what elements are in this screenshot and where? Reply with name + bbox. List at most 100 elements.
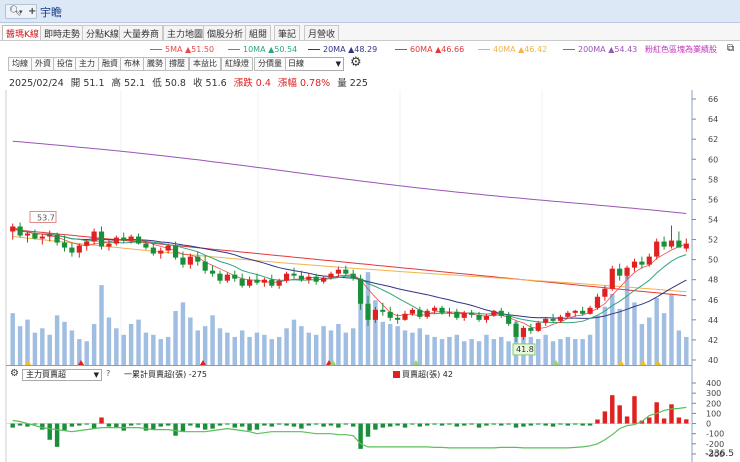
netbuy-bar [291,423,297,427]
tab-2[interactable]: 分點K線 [82,25,123,40]
volume-bar [62,321,67,365]
volume-bar [573,339,578,365]
candle-body [461,312,467,318]
netbuy-bar [684,419,689,424]
candle-body [476,314,482,320]
netbuy-bar [151,423,156,430]
ma-legend-item: 60MA ▲46.66 [395,45,464,54]
volume-bar [639,323,645,365]
tab-5[interactable]: 個股分析 [203,25,248,40]
tab-8[interactable]: 月營收 [304,25,340,40]
volume-bar [484,334,489,365]
netbuy-bar [476,423,482,428]
volume-bar [276,336,282,365]
candle-body [350,273,356,279]
candle-body [469,312,475,315]
netbuy-bar [10,423,15,428]
candle-body [631,261,638,268]
candle-body [565,312,571,317]
netbuy-bar [484,423,489,426]
netbuy-bar [247,423,252,431]
volume-bar [587,334,593,365]
candle-body [91,231,97,242]
tab-7[interactable]: 筆記 [274,25,301,40]
candle-body [617,268,623,276]
cumulative-line [12,406,687,449]
volume-bar [284,328,289,365]
netbuy-bar [432,423,437,425]
tab-6[interactable]: 組閱 [245,25,272,40]
volume-bar [232,336,237,365]
volume-bar [306,332,312,365]
candle-body [587,307,593,314]
gear-icon[interactable]: ⚙ [10,368,19,379]
y-tick-label: 46 [708,296,718,305]
candle-body [358,278,364,304]
volume-bar [350,328,356,365]
search-widget[interactable]: 🔍︎ ▾ + [5,4,37,19]
netbuy-bar [610,395,615,424]
candle-body [32,233,38,239]
tab-0[interactable]: 醬瑪K線 [2,25,43,40]
indicator-value: 主力買賣超 [26,370,66,379]
y-tick-label: 54 [708,215,718,224]
price-chart[interactable]: 40 42 44 46 48 50 52 54 56 58 60 62 64 66 53.7 41.8 [0,60,740,366]
volume-bar [536,339,541,365]
volume-bar [299,326,304,365]
netbuy-bar [195,423,200,428]
volume-bar [499,336,504,365]
volume-bar [469,339,474,365]
candle-body [557,316,564,321]
candle-body [387,311,393,318]
ma-swatch [478,49,490,50]
netbuy-bar [17,423,23,426]
netbuy-bar [506,423,511,425]
indicator-select[interactable]: 主力買賣超 ▼ [22,369,102,381]
netbuy-bar [513,423,519,428]
volume-bar [417,328,423,365]
note-text: 粉紅色區塊為業績股 [645,45,717,54]
volume-bar [632,302,637,365]
high-annotation: 53.7 [37,213,55,222]
volume-bar [425,334,430,365]
candle-body [84,241,90,246]
volume-bar [32,332,38,365]
candle-body [61,242,68,248]
netbuy-legend-label: 買賣超(張) [402,370,441,379]
netbuy-bar [565,423,571,426]
volume-bar [321,326,326,365]
candle-body [572,310,578,313]
ma-legend-label: 10MA ▲50.54 [243,45,298,54]
netbuy-bar [499,423,504,426]
candle-body [10,226,16,232]
volume-bar [54,315,60,365]
plus-icon[interactable]: + [28,6,36,17]
help-icon[interactable]: ? [106,369,110,378]
dialog-icon[interactable]: ⧉ [727,43,734,54]
volume-bar [661,313,667,365]
volume-bar [543,334,548,365]
ma-legend-item: 20MA ▲48.29 [308,45,377,54]
volume-bar [151,334,156,365]
tab-4[interactable]: 主力地圖 [163,25,208,40]
ma200-line [12,140,687,214]
tab-1[interactable]: 即時走勢 [40,25,85,40]
volume-bar [328,330,334,365]
candle-body [646,256,652,265]
candle-body [291,273,297,276]
ma-legend-label: 40MA ▲46.42 [493,45,548,54]
dropdown-icon[interactable]: ▾ [19,8,23,16]
netbuy-bar [188,423,193,426]
candle-body [224,274,230,281]
ind-y-tick-label: 300 [706,389,721,398]
netbuy-bar [128,423,134,426]
candle-body [172,245,179,258]
netbuy-bar [99,417,104,424]
netbuy-bar [69,423,75,427]
volume-bar [380,321,386,365]
candle-body [343,269,349,274]
candle-body [520,327,527,337]
tab-3[interactable]: 大量券商 [119,25,164,40]
candle-body [454,311,460,318]
candle-body [106,243,112,247]
